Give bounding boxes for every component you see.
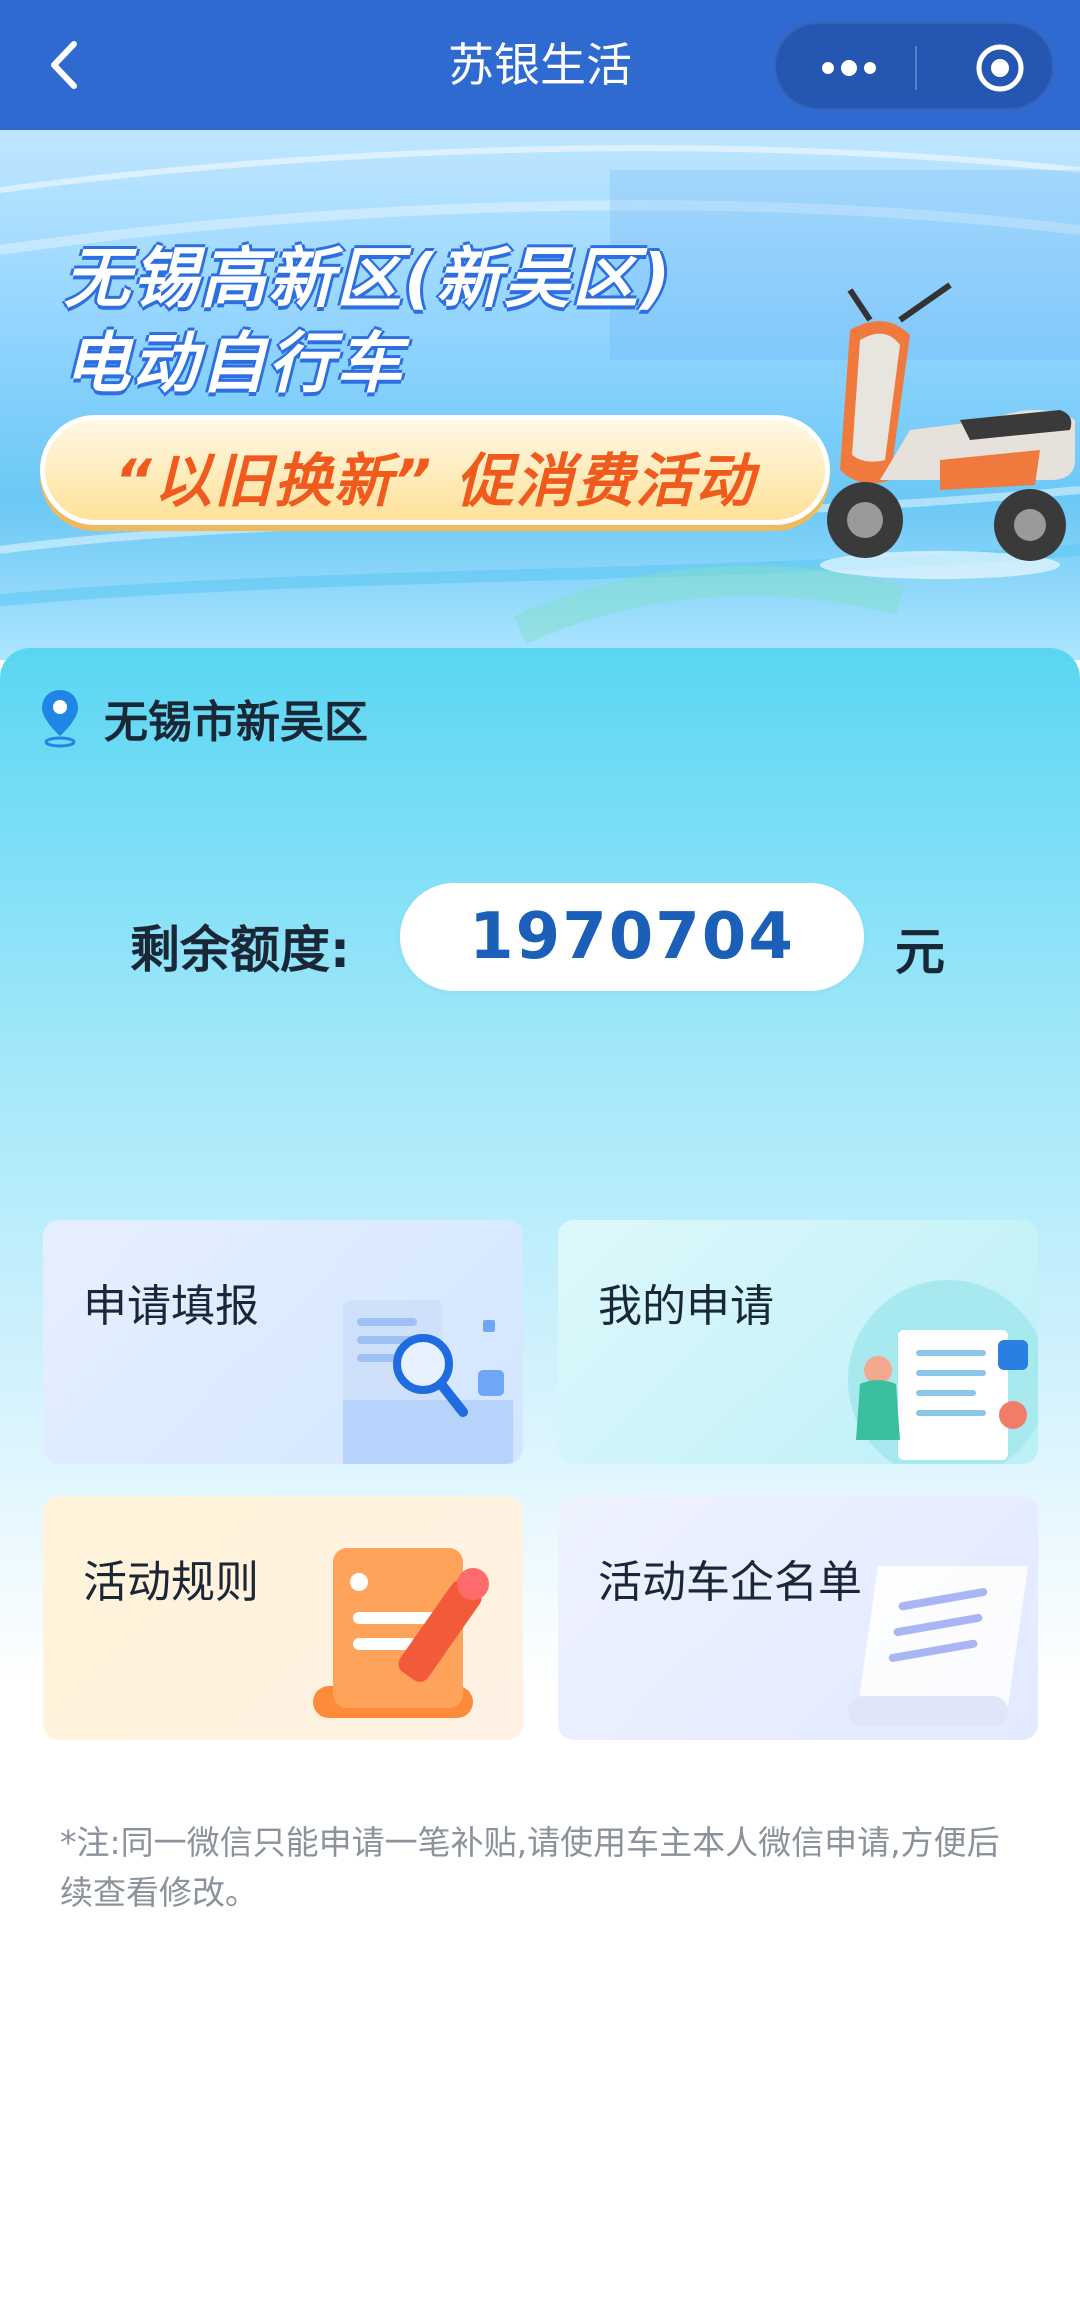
banner-headline-line1: 无锡高新区(新吴区) bbox=[64, 240, 673, 317]
tile-apply-label: 申请填报 bbox=[83, 1281, 259, 1332]
mini-program-capsule bbox=[774, 22, 1054, 110]
paper-scroll-icon bbox=[848, 1566, 1028, 1726]
tile-activity-rules[interactable]: 活动规则 bbox=[43, 1496, 523, 1740]
footnote: *注:同一微信只能申请一笔补贴,请使用车主本人微信申请,方便后续查看修改。 bbox=[60, 1823, 1000, 1912]
scooter-image bbox=[820, 282, 1075, 579]
close-button[interactable] bbox=[974, 42, 1026, 94]
close-target-icon bbox=[976, 44, 1024, 92]
main-card: 无锡市新吴区 剩余额度: 1970704 元 申请填报 我的申请 活动规则 活动… bbox=[0, 648, 1080, 2320]
search-document-icon bbox=[343, 1300, 513, 1464]
tile-vendor-list[interactable]: 活动车企名单 bbox=[558, 1496, 1038, 1740]
promo-banner[interactable]: 无锡高新区(新吴区) 电动自行车 “以旧换新” 促消费活动 bbox=[0, 130, 1080, 660]
location-selector[interactable]: 无锡市新吴区 bbox=[40, 688, 368, 748]
capsule-divider bbox=[915, 46, 917, 90]
banner-headline-line2: 电动自行车 bbox=[64, 325, 404, 402]
tile-vendor-list-label: 活动车企名单 bbox=[598, 1557, 862, 1608]
more-button[interactable] bbox=[804, 46, 894, 90]
quota-unit: 元 bbox=[895, 923, 945, 981]
location-pin-icon bbox=[42, 690, 78, 748]
nav-bar: 苏银生活 bbox=[0, 0, 1080, 130]
banner-campaign-pill: “以旧换新” 促消费活动 bbox=[40, 415, 830, 525]
tile-my-applications[interactable]: 我的申请 bbox=[558, 1220, 1038, 1464]
more-dots-icon bbox=[822, 60, 876, 76]
tile-activity-rules-label: 活动规则 bbox=[83, 1557, 259, 1608]
banner-campaign-text: “以旧换新” 促消费活动 bbox=[114, 447, 756, 515]
location-text: 无锡市新吴区 bbox=[104, 697, 368, 748]
quota-value: 1970704 bbox=[469, 900, 795, 974]
tile-my-applications-label: 我的申请 bbox=[598, 1281, 774, 1332]
quota-label: 剩余额度: bbox=[130, 921, 350, 979]
quota-display: 1970704 bbox=[400, 883, 864, 991]
person-checklist-icon bbox=[848, 1280, 1038, 1464]
tile-apply[interactable]: 申请填报 bbox=[43, 1220, 523, 1464]
scroll-pencil-icon bbox=[313, 1548, 489, 1718]
